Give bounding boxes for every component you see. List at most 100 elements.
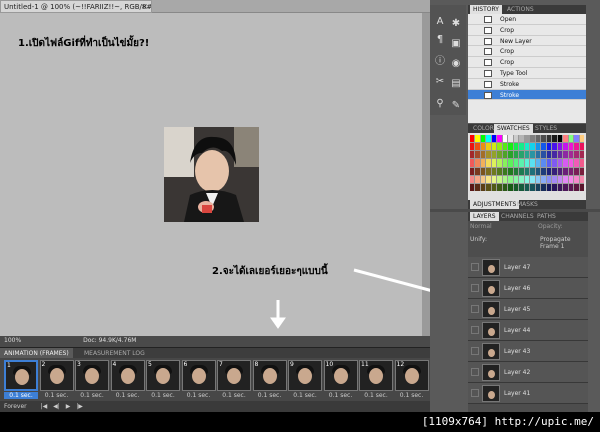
swatch-color[interactable] xyxy=(530,175,535,183)
swatch-color[interactable] xyxy=(546,135,552,143)
clone-icon[interactable]: ⚲ xyxy=(433,97,447,111)
swatch-color[interactable] xyxy=(568,151,574,159)
tools-icon[interactable]: ✂ xyxy=(433,75,447,89)
swatch-color[interactable] xyxy=(513,159,519,167)
swatch-color[interactable] xyxy=(502,135,508,143)
swatch-color[interactable] xyxy=(480,175,486,183)
swatch-color[interactable] xyxy=(579,159,584,167)
swatch-color[interactable] xyxy=(480,135,486,143)
history-item[interactable]: Crop xyxy=(468,25,586,36)
swatch-color[interactable] xyxy=(513,143,519,151)
swatch-color[interactable] xyxy=(497,159,502,167)
history-item[interactable]: New Layer xyxy=(468,36,586,47)
swatch-color[interactable] xyxy=(497,183,502,191)
layer-comps-icon[interactable]: ▤ xyxy=(449,77,463,91)
tab-color[interactable]: COLOR xyxy=(470,124,497,133)
swatch-color[interactable] xyxy=(508,183,513,191)
swatch-color[interactable] xyxy=(486,159,491,167)
swatch-color[interactable] xyxy=(480,159,486,167)
swatch-color[interactable] xyxy=(541,135,546,143)
swatch-color[interactable] xyxy=(519,175,524,183)
swatch-color[interactable] xyxy=(568,143,574,151)
document-tab[interactable]: Untitled-1 @ 100% (~!!FARIIZ!!~, RGB/8#)… xyxy=(0,0,152,13)
swatch-color[interactable] xyxy=(557,167,563,175)
visibility-toggle-icon[interactable] xyxy=(471,305,479,313)
visibility-toggle-icon[interactable] xyxy=(471,284,479,292)
animation-frame[interactable]: 12 0.1 sec. xyxy=(394,360,429,402)
animation-frame[interactable]: 4 0.1 sec. xyxy=(110,360,145,402)
swatch-color[interactable] xyxy=(552,159,557,167)
swatch-color[interactable] xyxy=(497,175,502,183)
swatch-color[interactable] xyxy=(546,167,552,175)
swatch-color[interactable] xyxy=(530,135,535,143)
swatch-color[interactable] xyxy=(535,159,541,167)
history-item[interactable]: Crop xyxy=(468,46,586,58)
swatch-color[interactable] xyxy=(513,183,519,191)
swatch-color[interactable] xyxy=(502,183,508,191)
swatch-color[interactable] xyxy=(535,183,541,191)
first-frame-icon[interactable]: |◀ xyxy=(41,403,48,410)
layer-row[interactable]: Layer 47 xyxy=(468,257,588,278)
swatch-color[interactable] xyxy=(574,183,579,191)
swatch-color[interactable] xyxy=(557,135,563,143)
previous-frame-icon[interactable]: ◀| xyxy=(53,403,60,410)
swatch-color[interactable] xyxy=(563,167,568,175)
swatch-color[interactable] xyxy=(579,143,584,151)
swatch-color[interactable] xyxy=(535,143,541,151)
tab-layers[interactable]: LAYERS xyxy=(470,212,499,221)
frame-delay[interactable]: 0.1 sec. xyxy=(217,392,251,399)
paragraph-icon[interactable]: ¶ xyxy=(433,33,447,47)
swatch-color[interactable] xyxy=(524,175,530,183)
swatch-color[interactable] xyxy=(486,135,491,143)
swatch-color[interactable] xyxy=(475,135,480,143)
swatch-color[interactable] xyxy=(486,143,491,151)
swatch-color[interactable] xyxy=(475,151,480,159)
swatch-color[interactable] xyxy=(568,183,574,191)
swatch-color[interactable] xyxy=(486,175,491,183)
swatch-color[interactable] xyxy=(470,159,475,167)
swatch-color[interactable] xyxy=(530,143,535,151)
swatch-color[interactable] xyxy=(497,143,502,151)
swatch-color[interactable] xyxy=(530,159,535,167)
frame-delay[interactable]: 0.1 sec. xyxy=(253,392,287,399)
swatch-color[interactable] xyxy=(470,183,475,191)
swatch-color[interactable] xyxy=(491,175,497,183)
swatch-color[interactable] xyxy=(491,183,497,191)
swatch-color[interactable] xyxy=(524,159,530,167)
notes-icon[interactable]: ✎ xyxy=(449,99,463,113)
history-item[interactable]: Crop xyxy=(468,57,586,68)
tab-channels[interactable]: CHANNELS xyxy=(498,212,537,221)
swatch-color[interactable] xyxy=(508,159,513,167)
swatch-color[interactable] xyxy=(563,159,568,167)
swatch-color[interactable] xyxy=(508,151,513,159)
swatch-color[interactable] xyxy=(541,167,546,175)
swatch-color[interactable] xyxy=(579,175,584,183)
history-item[interactable]: Stroke xyxy=(468,79,586,90)
swatch-color[interactable] xyxy=(541,143,546,151)
swatch-color[interactable] xyxy=(470,175,475,183)
swatch-color[interactable] xyxy=(475,159,480,167)
next-frame-icon[interactable]: |▶ xyxy=(76,403,83,410)
swatch-color[interactable] xyxy=(563,151,568,159)
swatch-color[interactable] xyxy=(530,151,535,159)
swatch-color[interactable] xyxy=(524,135,530,143)
swatch-color[interactable] xyxy=(557,151,563,159)
swatch-color[interactable] xyxy=(491,135,497,143)
swatch-color[interactable] xyxy=(535,135,541,143)
tab-masks[interactable]: MASKS xyxy=(514,200,541,209)
frame-delay[interactable]: 0.1 sec. xyxy=(40,392,74,399)
swatch-color[interactable] xyxy=(524,143,530,151)
swatch-color[interactable] xyxy=(491,143,497,151)
visibility-toggle-icon[interactable] xyxy=(471,347,479,355)
swatch-color[interactable] xyxy=(574,143,579,151)
tab-styles[interactable]: STYLES xyxy=(532,124,560,133)
swatch-color[interactable] xyxy=(579,167,584,175)
animation-frame[interactable]: 11 0.1 sec. xyxy=(359,360,393,402)
swatch-color[interactable] xyxy=(552,151,557,159)
swatch-color[interactable] xyxy=(574,175,579,183)
swatch-color[interactable] xyxy=(546,151,552,159)
swatch-color[interactable] xyxy=(579,135,584,143)
navigator-icon[interactable]: ◉ xyxy=(449,57,463,71)
swatch-color[interactable] xyxy=(508,175,513,183)
zoom-level[interactable]: 100% xyxy=(4,337,21,344)
